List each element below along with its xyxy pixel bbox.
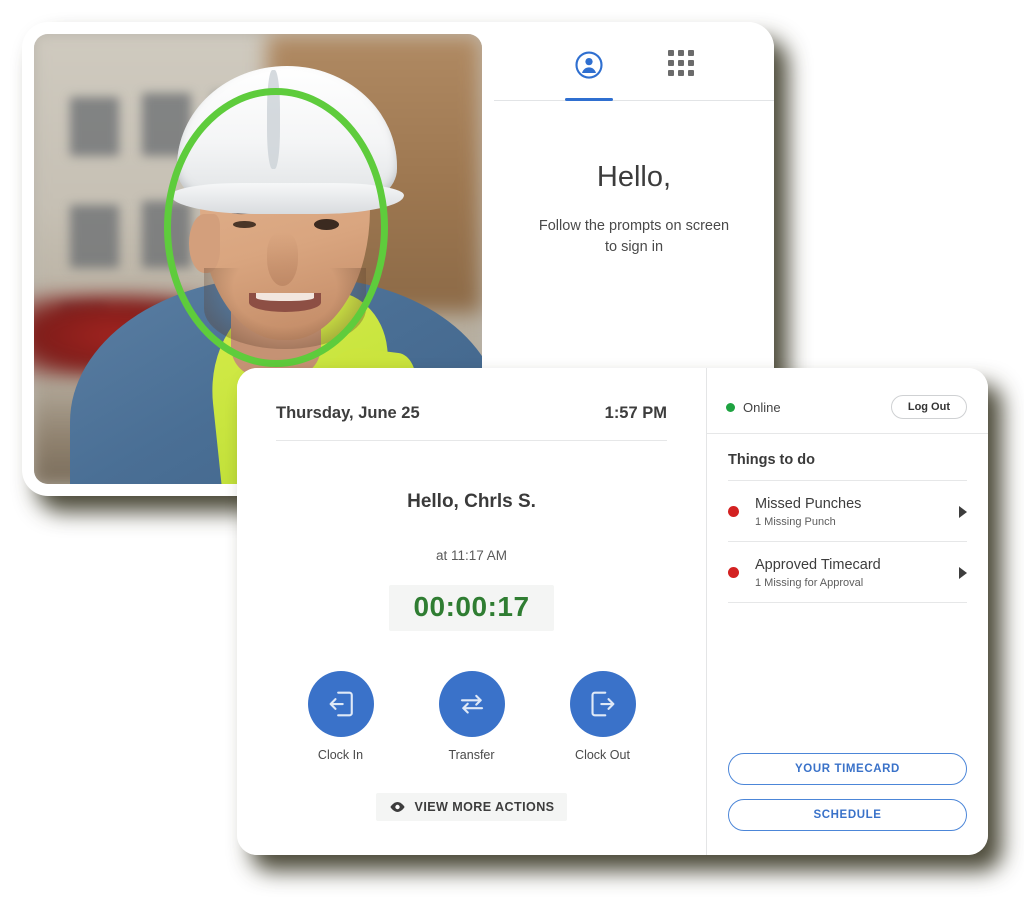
clock-out-button[interactable]: Clock Out — [559, 671, 647, 762]
status-label: Online — [743, 399, 781, 415]
kiosk-instruction-line-2: to sign in — [604, 239, 664, 256]
alert-dot-icon — [728, 567, 739, 578]
clock-out-button-circle — [569, 671, 636, 737]
todo-item-missed-punches[interactable]: Missed Punches 1 Missing Punch — [728, 481, 967, 542]
face-detection-ring — [163, 88, 388, 367]
log-out-button[interactable]: Log Out — [890, 395, 967, 419]
things-to-do-title: Things to do — [728, 452, 967, 481]
photo-window — [69, 97, 120, 156]
schedule-button[interactable]: SCHEDULE — [728, 799, 967, 831]
dashboard-side-panel: Online Log Out Things to do Missed Punch… — [707, 368, 988, 855]
todo-label: Approved Timecard — [755, 557, 881, 573]
todo-item-approved-timecard[interactable]: Approved Timecard 1 Missing for Approval — [728, 542, 967, 603]
dashboard-clock-time: 1:57 PM — [604, 404, 667, 422]
clock-in-icon — [329, 691, 353, 717]
transfer-label: Transfer — [448, 748, 495, 762]
kiosk-tab-bar — [494, 22, 774, 101]
transfer-button-circle — [438, 671, 505, 737]
todo-texts: Approved Timecard 1 Missing for Approval — [755, 556, 959, 589]
employee-dashboard-card: Thursday, June 25 1:57 PM Hello, Chrls S… — [237, 368, 988, 855]
dashboard-header: Thursday, June 25 1:57 PM — [276, 368, 667, 441]
transfer-button[interactable]: Transfer — [428, 671, 516, 762]
dashboard-greeting: Hello, Chrls S. — [407, 491, 536, 512]
dashboard-shift-start: at 11:17 AM — [435, 548, 508, 563]
chevron-right-icon — [959, 505, 967, 518]
view-more-actions-row: VIEW MORE ACTIONS — [237, 793, 706, 821]
view-more-actions-label: VIEW MORE ACTIONS — [414, 800, 555, 814]
view-more-actions-button[interactable]: VIEW MORE ACTIONS — [375, 793, 568, 821]
dashboard-action-buttons: Clock In Transfer Clock Out — [237, 671, 706, 762]
kiosk-tab-person[interactable] — [574, 50, 604, 100]
photo-window — [69, 205, 120, 268]
status-dot-icon — [726, 402, 735, 412]
eye-icon — [389, 802, 405, 812]
transfer-icon — [460, 694, 483, 714]
todo-sublabel: 1 Missing for Approval — [755, 577, 864, 589]
status-bar: Online Log Out — [707, 368, 988, 434]
alert-dot-icon — [728, 506, 739, 517]
dashboard-main-panel: Thursday, June 25 1:57 PM Hello, Chrls S… — [237, 368, 706, 855]
todo-sublabel: 1 Missing Punch — [755, 516, 836, 528]
side-panel-buttons: YOUR TIMECARD SCHEDULE — [707, 753, 988, 855]
clock-in-button[interactable]: Clock In — [297, 671, 385, 762]
clock-in-button-circle — [307, 671, 374, 737]
chevron-right-icon — [959, 566, 967, 579]
clock-out-icon — [590, 691, 614, 717]
todo-label: Missed Punches — [755, 496, 862, 512]
todo-texts: Missed Punches 1 Missing Punch — [755, 495, 959, 528]
kiosk-greeting: Hello, — [596, 161, 672, 193]
grid-icon — [668, 50, 694, 76]
dashboard-timer-row: 00:00:17 — [237, 585, 706, 631]
clock-in-label: Clock In — [317, 748, 364, 762]
elapsed-timer: 00:00:17 — [389, 585, 554, 631]
dashboard-date: Thursday, June 25 — [276, 404, 420, 422]
kiosk-instruction-line-1: Follow the prompts on screen — [538, 218, 730, 234]
your-timecard-button[interactable]: YOUR TIMECARD — [728, 753, 967, 785]
kiosk-instructions: Follow the prompts on screen to sign in — [494, 216, 774, 258]
kiosk-tab-keypad[interactable] — [668, 50, 694, 100]
clock-out-label: Clock Out — [575, 748, 630, 762]
online-status: Online — [726, 400, 781, 415]
